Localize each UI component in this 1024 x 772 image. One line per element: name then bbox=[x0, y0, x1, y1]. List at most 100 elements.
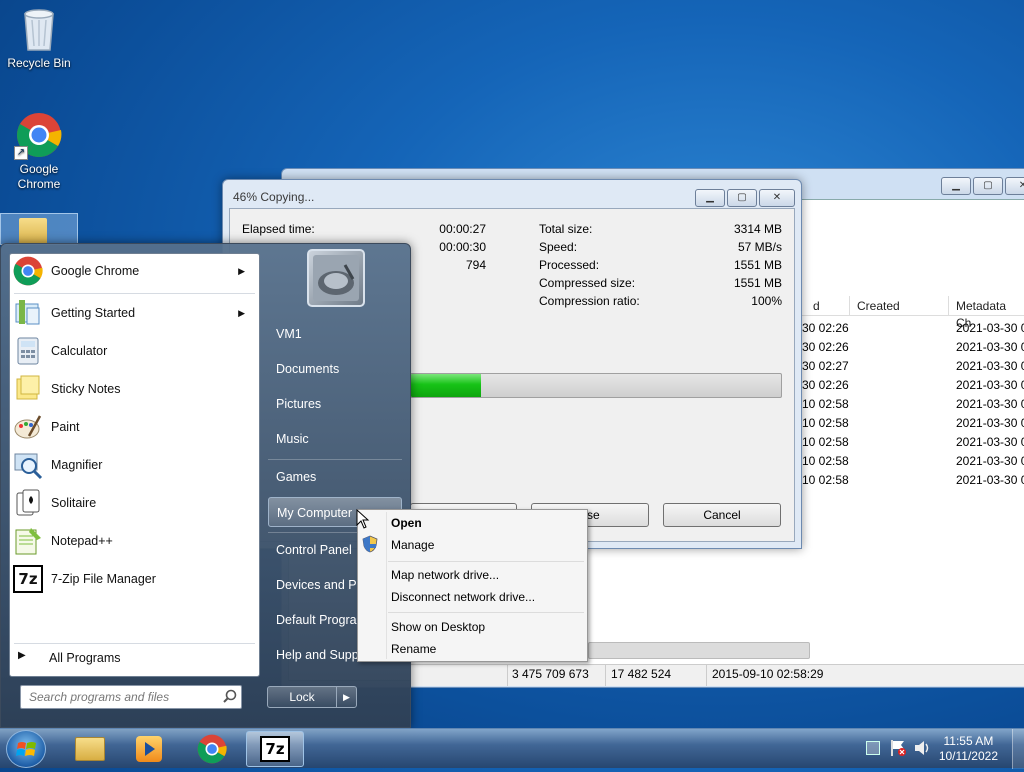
start-menu-link-music[interactable]: Music bbox=[268, 424, 402, 454]
file-row-metadata-cell[interactable]: 2021-03-30 0 bbox=[956, 395, 1024, 414]
context-menu-item-open[interactable]: Open bbox=[391, 512, 422, 534]
context-menu-separator bbox=[388, 561, 584, 562]
start-menu-link-documents[interactable]: Documents bbox=[268, 354, 402, 384]
all-programs-arrow-icon: ▶ bbox=[18, 650, 26, 661]
total-size-value: 3314 MB bbox=[733, 222, 782, 236]
network-icon[interactable] bbox=[866, 741, 880, 755]
start-menu-item-sticky-notes[interactable]: Sticky Notes bbox=[12, 370, 255, 408]
show-desktop-button[interactable] bbox=[1012, 729, 1024, 769]
paint-icon bbox=[12, 411, 44, 443]
context-menu-item-disconnect-network-drive[interactable]: Disconnect network drive... bbox=[391, 586, 535, 608]
start-menu-item-paint[interactable]: Paint bbox=[12, 408, 255, 446]
desktop-icon-label: Google Chrome bbox=[17, 162, 61, 191]
start-menu-link-games[interactable]: Games bbox=[268, 462, 402, 492]
lock-button-label: Lock bbox=[289, 690, 315, 704]
windows-logo-icon bbox=[16, 742, 36, 756]
maximize-button[interactable]: ▢ bbox=[973, 177, 1003, 195]
start-menu-item-notepad[interactable]: Notepad++ bbox=[12, 522, 255, 560]
taskbar-chrome-button[interactable] bbox=[183, 731, 241, 767]
magnifier-icon bbox=[12, 449, 44, 481]
start-menu-item-solitaire[interactable]: Solitaire bbox=[12, 484, 255, 522]
file-row-modified-cell[interactable]: 10 02:58 bbox=[802, 452, 849, 471]
getting-started-icon bbox=[12, 297, 44, 329]
file-row-metadata-cell[interactable]: 2021-03-30 0 bbox=[956, 319, 1024, 338]
maximize-button[interactable]: ▢ bbox=[727, 189, 757, 207]
context-menu-item-map-network-drive[interactable]: Map network drive... bbox=[391, 564, 499, 586]
taskbar-media-player-button[interactable] bbox=[120, 731, 178, 767]
column-divider bbox=[849, 296, 850, 316]
submenu-arrow-icon[interactable]: ▶ bbox=[238, 266, 245, 277]
column-divider bbox=[948, 296, 949, 316]
file-row-metadata-cell[interactable]: 2021-03-30 0 bbox=[956, 433, 1024, 452]
taskbar-7zip-button[interactable]: 7z bbox=[246, 731, 304, 767]
start-button[interactable] bbox=[6, 730, 46, 768]
context-menu-item-manage[interactable]: Manage bbox=[391, 534, 434, 556]
status-divider bbox=[507, 664, 508, 686]
close-button[interactable]: ✕ bbox=[759, 189, 795, 207]
user-picture-avatar[interactable] bbox=[307, 249, 365, 307]
cancel-button[interactable]: Cancel bbox=[663, 503, 781, 527]
file-row-metadata-cell[interactable]: 2021-03-30 0 bbox=[956, 452, 1024, 471]
lock-button[interactable]: Lock ▶ bbox=[267, 686, 357, 708]
column-header-modified[interactable]: d bbox=[813, 298, 820, 316]
start-search-input[interactable]: Search programs and files bbox=[20, 685, 242, 709]
start-menu-item-google-chrome[interactable]: Google Chrome ▶ bbox=[12, 252, 255, 290]
minimize-button[interactable]: ▁ bbox=[941, 177, 971, 195]
file-row-metadata-cell[interactable]: 2021-03-30 0 bbox=[956, 357, 1024, 376]
file-row-modified-cell[interactable]: 30 02:26 bbox=[802, 319, 849, 338]
lock-options-arrow-icon[interactable]: ▶ bbox=[336, 687, 356, 707]
action-center-flag-icon[interactable] bbox=[890, 739, 906, 757]
start-menu-item-label: 7-Zip File Manager bbox=[51, 572, 156, 586]
file-row-modified-cell[interactable]: 10 02:58 bbox=[802, 471, 849, 490]
horizontal-scrollbar-thumb[interactable] bbox=[588, 642, 810, 659]
compression-ratio-label: Compression ratio: bbox=[539, 294, 640, 308]
desktop-icon-google-chrome[interactable]: ↗ Google Chrome bbox=[1, 112, 77, 192]
file-row-modified-cell[interactable]: 30 02:27 bbox=[802, 357, 849, 376]
progress-fill bbox=[411, 374, 481, 397]
context-menu-separator bbox=[388, 612, 584, 613]
file-row-metadata-cell[interactable]: 2021-03-30 0 bbox=[956, 338, 1024, 357]
sticky-notes-icon bbox=[12, 373, 44, 405]
file-row-metadata-cell[interactable]: 2021-03-30 0 bbox=[956, 376, 1024, 395]
search-icon bbox=[222, 689, 238, 708]
volume-icon[interactable] bbox=[914, 740, 932, 756]
minimize-button[interactable]: ▁ bbox=[695, 189, 725, 207]
start-menu-item-getting-started[interactable]: Getting Started ▶ bbox=[12, 294, 255, 332]
taskbar-clock[interactable]: 11:55 AM 10/11/2022 bbox=[939, 734, 998, 764]
start-menu-item-calculator[interactable]: Calculator bbox=[12, 332, 255, 370]
start-menu-item-magnifier[interactable]: Magnifier bbox=[12, 446, 255, 484]
close-button[interactable]: ✕ bbox=[1005, 177, 1024, 195]
files-count-value: 794 bbox=[465, 258, 486, 272]
file-row-modified-cell[interactable]: 30 02:26 bbox=[802, 338, 849, 357]
chrome-icon bbox=[197, 734, 227, 764]
column-header-created[interactable]: Created bbox=[857, 298, 900, 316]
clock-date: 10/11/2022 bbox=[938, 749, 998, 763]
7zip-icon: 7z bbox=[260, 736, 290, 762]
context-menu-item-show-on-desktop[interactable]: Show on Desktop bbox=[391, 616, 485, 638]
desktop-icon-recycle-bin[interactable]: Recycle Bin bbox=[1, 6, 77, 71]
taskbar-explorer-button[interactable] bbox=[61, 731, 119, 767]
7zip-icon: 7z bbox=[12, 563, 44, 595]
chrome-icon: ↗ bbox=[14, 112, 62, 160]
clock-time: 11:55 AM bbox=[943, 734, 994, 748]
status-divider bbox=[706, 664, 707, 686]
column-header-metadata-changed[interactable]: Metadata Ch bbox=[956, 298, 1024, 330]
all-programs-button[interactable]: All Programs bbox=[49, 650, 121, 667]
file-row-metadata-cell[interactable]: 2021-03-30 0 bbox=[956, 414, 1024, 433]
start-menu-link-pictures[interactable]: Pictures bbox=[268, 389, 402, 419]
context-menu-item-rename[interactable]: Rename bbox=[391, 638, 436, 660]
start-menu-item-7-zip-file-manager[interactable]: 7z 7-Zip File Manager bbox=[12, 560, 255, 598]
start-menu-item-label: Magnifier bbox=[51, 458, 103, 472]
desktop-icon-folder-selected[interactable] bbox=[0, 213, 78, 245]
submenu-arrow-icon[interactable]: ▶ bbox=[238, 308, 245, 319]
processed-value: 1551 MB bbox=[733, 258, 782, 272]
all-programs-separator bbox=[14, 643, 255, 644]
file-row-modified-cell[interactable]: 10 02:58 bbox=[802, 433, 849, 452]
file-row-modified-cell[interactable]: 10 02:58 bbox=[802, 414, 849, 433]
file-row-modified-cell[interactable]: 30 02:26 bbox=[802, 376, 849, 395]
start-menu-link-vm1[interactable]: VM1 bbox=[268, 319, 402, 349]
shortcut-arrow-icon: ↗ bbox=[14, 146, 28, 160]
total-size-label: Total size: bbox=[539, 222, 593, 236]
file-row-metadata-cell[interactable]: 2021-03-30 0 bbox=[956, 471, 1024, 490]
file-row-modified-cell[interactable]: 10 02:58 bbox=[802, 395, 849, 414]
